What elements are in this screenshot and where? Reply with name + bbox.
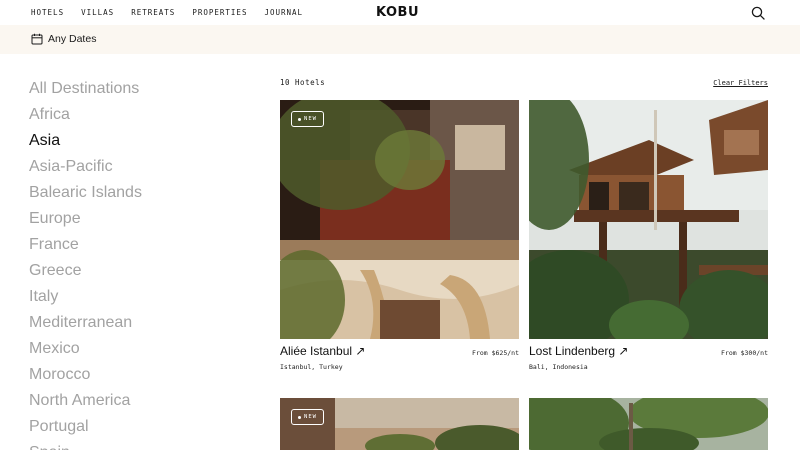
destination-north-america[interactable]: North America: [29, 388, 249, 414]
filter-bar: Any Dates: [0, 25, 800, 54]
logo[interactable]: KOBU: [376, 5, 419, 20]
destination-greece[interactable]: Greece: [29, 258, 249, 284]
destination-asia-pacific[interactable]: Asia-Pacific: [29, 154, 249, 180]
top-nav: HOTELS VILLAS RETREATS PROPERTIES JOURNA…: [0, 0, 800, 25]
calendar-icon: [31, 33, 43, 45]
search-icon[interactable]: [751, 6, 765, 20]
nav-link-retreats[interactable]: RETREATS: [131, 8, 175, 17]
destination-france[interactable]: France: [29, 232, 249, 258]
destination-mediterranean[interactable]: Mediterranean: [29, 310, 249, 336]
hotel-price: From $625/nt: [472, 349, 519, 357]
nav-link-villas[interactable]: VILLAS: [81, 8, 114, 17]
destination-africa[interactable]: Africa: [29, 102, 249, 128]
badge-label: NEW: [304, 414, 317, 420]
hotel-location: Bali, Indonesia: [529, 363, 588, 371]
nav-link-properties[interactable]: PROPERTIES: [192, 8, 247, 17]
clear-filters-link[interactable]: Clear Filters: [713, 79, 768, 87]
hotel-count: 10 Hotels: [280, 78, 326, 87]
badge-dot: [298, 415, 302, 419]
hotel-card[interactable]: [529, 398, 768, 450]
hotel-card[interactable]: NEW: [280, 398, 519, 450]
badge-label: NEW: [304, 116, 317, 122]
destination-list: All Destinations Africa Asia Asia-Pacific Ba…: [29, 76, 249, 450]
destination-europe[interactable]: Europe: [29, 206, 249, 232]
hotel-name[interactable]: Aliée Istanbul ↗: [280, 344, 365, 358]
any-dates-button[interactable]: Any Dates: [31, 33, 96, 45]
hotel-price: From $300/nt: [721, 349, 768, 357]
hotel-image: [529, 100, 768, 339]
hotel-image: [529, 398, 768, 450]
destination-balearic-islands[interactable]: Balearic Islands: [29, 180, 249, 206]
nav-links: HOTELS VILLAS RETREATS PROPERTIES JOURNA…: [31, 8, 303, 17]
hotel-name[interactable]: Lost Lindenberg ↗: [529, 344, 628, 358]
badge-dot: [298, 117, 302, 121]
dates-label: Any Dates: [48, 33, 97, 45]
nav-link-journal[interactable]: JOURNAL: [264, 8, 303, 17]
destination-italy[interactable]: Italy: [29, 284, 249, 310]
hotel-image: NEW: [280, 100, 519, 339]
hotel-image: NEW: [280, 398, 519, 450]
hotel-card[interactable]: Lost Lindenberg ↗ From $300/nt Bali, Ind…: [529, 100, 768, 371]
destination-asia[interactable]: Asia: [29, 128, 249, 154]
destination-all-destinations[interactable]: All Destinations: [29, 76, 249, 102]
new-badge: NEW: [291, 409, 324, 425]
hotel-location: Istanbul, Turkey: [280, 363, 343, 371]
destination-portugal[interactable]: Portugal: [29, 414, 249, 440]
destination-mexico[interactable]: Mexico: [29, 336, 249, 362]
hotel-card[interactable]: NEW Aliée Istanbul ↗ From $625/nt Istanb…: [280, 100, 519, 371]
nav-link-hotels[interactable]: HOTELS: [31, 8, 64, 17]
destination-spain[interactable]: Spain: [29, 440, 249, 450]
destination-morocco[interactable]: Morocco: [29, 362, 249, 388]
new-badge: NEW: [291, 111, 324, 127]
